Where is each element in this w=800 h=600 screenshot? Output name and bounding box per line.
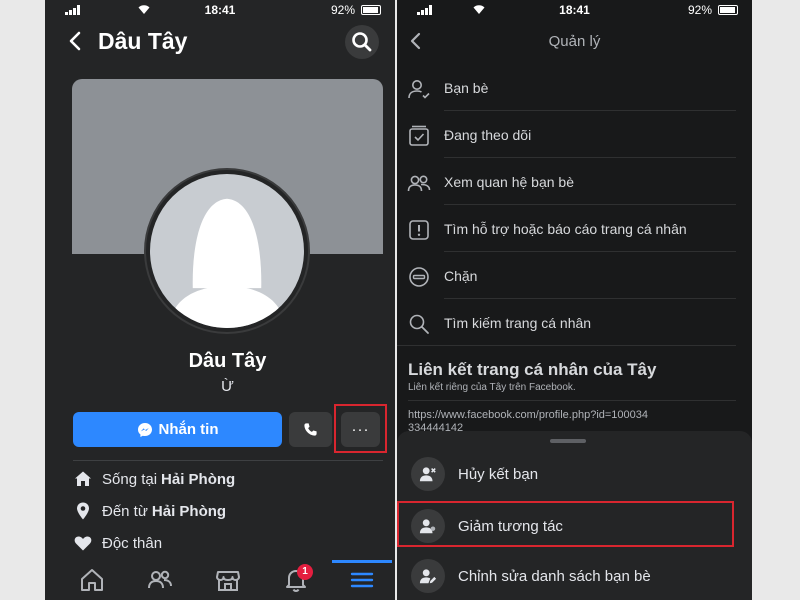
- menu-tab-icon[interactable]: [348, 566, 376, 594]
- home-icon: [75, 471, 91, 486]
- battery-percent: 92%: [330, 3, 355, 17]
- status-bar-right: 18:41 92%: [397, 0, 752, 20]
- divider: [397, 345, 736, 346]
- unfriend-option[interactable]: Hủy kết bạn: [397, 451, 752, 497]
- menu-item-friends[interactable]: Bạn bè: [397, 65, 752, 111]
- notification-badge: 1: [297, 564, 313, 580]
- menu-item-following[interactable]: Đang theo dõi: [397, 112, 752, 158]
- menu-item-search-profile[interactable]: Tìm kiếm trang cá nhân: [397, 300, 752, 346]
- page-title: Quản lý: [548, 33, 601, 50]
- menu-item-label: Đang theo dõi: [444, 127, 532, 143]
- menu-item-label: Tìm kiếm trang cá nhân: [444, 315, 592, 331]
- divider: [444, 157, 736, 158]
- profile-link-title: Liên kết trang cá nhân của Tây: [408, 360, 657, 379]
- profile-header: Dâu Tây: [45, 22, 395, 62]
- messenger-icon: [137, 422, 152, 437]
- battery-percent: 92%: [687, 3, 712, 17]
- manage-header: Quản lý: [397, 22, 752, 62]
- friend-check-icon: [408, 80, 430, 99]
- divider: [444, 251, 736, 252]
- message-button-label: Nhắn tin: [158, 421, 219, 438]
- info-relationship-text: Độc thân: [102, 534, 163, 552]
- divider: [408, 400, 736, 401]
- marketplace-tab-icon[interactable]: [214, 566, 242, 594]
- heart-icon: [74, 536, 92, 551]
- info-from: Đến từ Hải Phòng: [73, 499, 226, 523]
- info-from-prefix: Đến từ: [102, 502, 148, 520]
- active-tab-indicator: [332, 560, 392, 563]
- menu-item-report[interactable]: Tìm hỗ trợ hoặc báo cáo trang cá nhân: [397, 206, 752, 252]
- call-button[interactable]: [289, 412, 332, 447]
- friendship-icon: [407, 175, 431, 192]
- menu-item-view-friendship[interactable]: Xem quan hệ bạn bè: [397, 159, 752, 205]
- manage-screen: 18:41 92% Quản lý Bạn bè Đang theo dõi X…: [397, 0, 752, 600]
- friends-tab-icon[interactable]: [146, 566, 174, 594]
- message-button[interactable]: Nhắn tin: [73, 412, 282, 447]
- location-pin-icon: [77, 502, 89, 520]
- avatar[interactable]: [146, 170, 308, 332]
- battery-icon: [718, 5, 738, 15]
- search-icon: [352, 32, 372, 52]
- divider: [444, 298, 736, 299]
- screenshot-stage: 18:41 92% Dâu Tây Dâu Tây Ừ Nhắn tin ···…: [0, 0, 800, 600]
- bottom-tab-bar: [45, 560, 395, 600]
- edit-friend-list-option[interactable]: Chỉnh sửa danh sách bạn bè: [397, 553, 752, 599]
- menu-item-label: Chặn: [444, 268, 478, 284]
- default-avatar-silhouette: [169, 198, 285, 328]
- search-button[interactable]: [345, 25, 379, 59]
- highlight-box-more: [334, 404, 387, 453]
- highlight-box-reduce: [397, 501, 734, 547]
- profile-nickname: Ừ: [221, 378, 234, 395]
- back-arrow-icon[interactable]: [65, 30, 87, 52]
- info-lives-in: Sống tại Hải Phòng: [73, 467, 235, 491]
- report-icon: [409, 220, 429, 240]
- status-bar: 18:41 92%: [45, 0, 395, 20]
- search-icon: [409, 314, 429, 334]
- battery-icon: [361, 5, 381, 15]
- unfriend-label: Hủy kết bạn: [458, 466, 539, 483]
- unfriend-icon: [419, 467, 436, 482]
- menu-item-label: Tìm hỗ trợ hoặc báo cáo trang cá nhân: [444, 221, 687, 237]
- info-lives-in-prefix: Sống tại: [102, 470, 158, 488]
- divider: [444, 204, 736, 205]
- info-relationship: Độc thân: [73, 531, 162, 555]
- sheet-drag-handle[interactable]: [550, 439, 586, 443]
- menu-item-label: Bạn bè: [444, 80, 489, 96]
- divider: [73, 460, 383, 461]
- menu-item-block[interactable]: Chặn: [397, 253, 752, 299]
- divider: [444, 110, 736, 111]
- info-lives-in-value[interactable]: Hải Phòng: [161, 471, 235, 488]
- page-title: Dâu Tây: [98, 28, 188, 54]
- edit-friend-list-icon: [419, 569, 437, 584]
- phone-icon: [304, 423, 317, 436]
- menu-item-label: Xem quan hệ bạn bè: [444, 174, 574, 190]
- bottom-sheet: Hủy kết bạn Giảm tương tác Chỉnh sửa dan…: [397, 431, 752, 600]
- block-icon: [409, 267, 429, 287]
- following-icon: [409, 125, 429, 146]
- home-tab-icon[interactable]: [78, 566, 106, 594]
- profile-name: Dâu Tây: [188, 350, 267, 372]
- profile-screen: 18:41 92% Dâu Tây Dâu Tây Ừ Nhắn tin ···…: [45, 0, 395, 600]
- edit-friend-list-label: Chỉnh sửa danh sách bạn bè: [458, 568, 651, 585]
- unfriend-icon-wrap: [411, 457, 445, 491]
- info-from-value[interactable]: Hải Phòng: [152, 503, 226, 520]
- edit-friend-list-icon-wrap: [411, 559, 445, 593]
- profile-link-subtitle: Liên kết riêng của Tây trên Facebook.: [408, 382, 576, 393]
